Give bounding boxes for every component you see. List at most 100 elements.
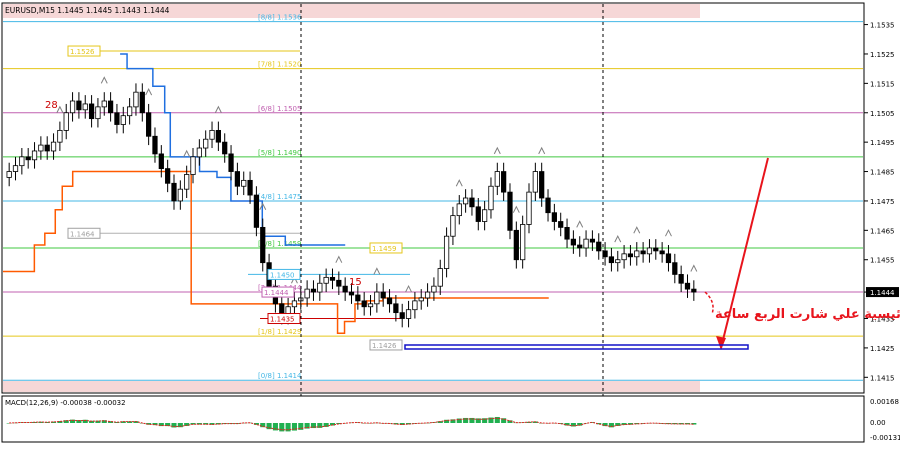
candle-body [424,291,431,299]
candle-body [133,91,139,108]
candle-body [190,156,196,175]
candle-body [222,141,228,155]
candle-body [184,174,190,190]
candle-body [165,168,171,184]
candle-body [317,282,323,293]
candle-body [69,100,76,114]
marker-28: 28 [45,100,58,111]
candle-body [114,112,120,125]
candle-body [393,303,399,314]
candle-body [450,215,456,237]
candle-body [386,297,393,305]
macd-tick-top: 0.00168 [870,398,899,406]
macd-label: MACD(12,26,9) -0.00038 -0.00032 [5,399,126,407]
candle-body [583,238,589,249]
candle-body [539,171,545,199]
murrey-level-label: [7/8] 1.1520 [258,61,301,69]
candle-body [577,244,583,249]
candle-body [291,300,298,308]
candle-body [558,221,564,228]
y-axis-label: 1.1485 [870,169,895,177]
candle-body [570,238,576,246]
candle-body [418,297,424,302]
chart-root: [8/8] 1.1536 [7/8] 1.1520 [6/8] 1.1505 [5/8… [0,0,900,445]
candle-body [507,191,513,231]
candle-body [475,206,481,222]
candle-body [215,129,221,143]
candle-body [551,212,557,222]
price-box-label: 1.1459 [372,245,397,253]
price-box-label: 1.1426 [372,342,397,350]
candle-body [127,106,133,117]
candle-body [615,259,621,264]
price-box-label: 1.1464 [70,230,95,238]
candle-body [678,274,684,284]
candle-body [608,256,615,264]
y-axis-label: 1.1495 [870,139,895,147]
symbol-header: EURUSD,M15 1.1445 1.1445 1.1443 1.1444 [5,6,170,15]
candle-body [19,156,25,167]
candle-body [171,182,177,202]
price-box-label: 1.1526 [70,48,95,56]
candle-body [228,153,234,172]
candle-body [532,171,538,193]
candle-body [209,129,215,140]
candle-body [526,191,532,225]
candle-body [177,188,183,202]
candle-body [634,250,640,258]
candle-body [501,171,507,193]
candle-body [380,291,386,299]
y-axis-label: 1.1455 [870,257,895,265]
candle-body [304,288,310,299]
y-axis-label: 1.1415 [870,374,895,382]
main-panel-frame [1,2,865,394]
candle-body [260,226,266,264]
candle-body [399,312,405,319]
murrey-level-label: [4/8] 1.1475 [258,193,301,201]
macd-tick-bottom: -0.00131 [870,434,900,442]
candle-body [146,112,152,137]
candle-body [672,262,678,275]
candle-body [50,141,57,152]
chart-svg: [8/8] 1.1536 [7/8] 1.1520 [6/8] 1.1505 [5/8… [1,2,900,443]
murrey-level-label: [6/8] 1.1505 [258,105,301,113]
candle-body [602,250,608,258]
price-box-label: 1.1435 [270,316,295,324]
y-axis-label: 1.1505 [870,110,895,118]
candle-body [456,203,462,217]
candle-body [437,268,443,287]
candle-body [627,253,634,258]
candle-body [488,185,494,211]
candle-body [107,100,114,114]
candle-body [482,209,488,222]
candle-body [361,300,367,308]
candle-body [82,103,88,111]
candle-body [646,247,653,255]
candle-body [469,197,475,208]
price-box-label: 1.1450 [270,271,295,279]
candle-body [44,144,50,152]
candle-body [513,229,519,261]
candle-body [665,253,672,264]
candle-body [367,303,374,308]
current-price-label: 1.1444 [870,289,895,297]
candle-body [462,197,469,205]
candle-body [323,276,329,284]
macd-panel-frame [1,395,865,443]
murrey-level-label: [1/8] 1.1429 [258,328,301,336]
candle-body [120,115,126,125]
y-axis-label: 1.1465 [870,227,895,235]
y-axis-label: 1.1515 [870,80,895,88]
candle-body [12,165,19,172]
candle-body [342,285,348,293]
candle-body [374,291,380,305]
candle-body [247,179,253,196]
candle-body [196,147,202,158]
candle-body [101,100,107,108]
murrey-level-label: [5/8] 1.1490 [258,149,301,157]
candle-body [431,285,437,293]
candle-body [203,138,209,149]
candle-body [38,144,44,152]
candle-body [336,279,342,287]
candle-body [691,288,697,293]
